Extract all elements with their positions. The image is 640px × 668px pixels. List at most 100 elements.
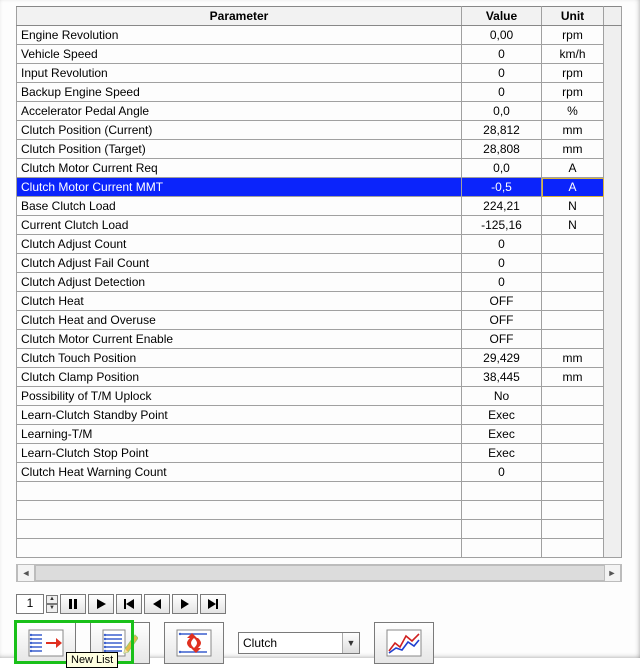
col-header-value[interactable]: Value	[462, 7, 542, 26]
table-row[interactable]: Learning-T/MExec	[17, 425, 622, 444]
play-button[interactable]	[88, 594, 114, 614]
cell-unit	[542, 273, 604, 292]
table-row[interactable]: Learn-Clutch Stop PointExec	[17, 444, 622, 463]
cell-parameter: Clutch Heat	[17, 292, 462, 311]
cell-parameter: Clutch Adjust Detection	[17, 273, 462, 292]
parameter-table-container: Parameter Value Unit Engine Revolution0,…	[16, 6, 622, 562]
cell-unit	[542, 254, 604, 273]
scroll-left-arrow-icon[interactable]: ◄	[17, 565, 35, 581]
last-button[interactable]	[200, 594, 226, 614]
cell-value: OFF	[462, 330, 542, 349]
next-button[interactable]	[172, 594, 198, 614]
cell-unit	[542, 406, 604, 425]
cell-value: -0,5	[462, 178, 542, 197]
horizontal-scrollbar[interactable]: ◄ ►	[16, 564, 622, 582]
cell-value: 224,21	[462, 197, 542, 216]
table-row-empty	[17, 501, 622, 520]
spinner-up-icon[interactable]: ▲	[46, 595, 58, 604]
table-row[interactable]: Clutch Position (Target)28,808mm	[17, 140, 622, 159]
spinner-down-icon[interactable]: ▼	[46, 604, 58, 613]
cell-parameter: Learn-Clutch Stop Point	[17, 444, 462, 463]
cell-value: -125,16	[462, 216, 542, 235]
cell-parameter: Clutch Touch Position	[17, 349, 462, 368]
cell-unit: mm	[542, 140, 604, 159]
parameter-table: Parameter Value Unit Engine Revolution0,…	[16, 6, 622, 558]
cell-parameter: Clutch Heat Warning Count	[17, 463, 462, 482]
table-row[interactable]: Clutch Heat Warning Count0	[17, 463, 622, 482]
cell-value: 0	[462, 45, 542, 64]
table-row[interactable]: Clutch Touch Position29,429mm	[17, 349, 622, 368]
prev-button[interactable]	[144, 594, 170, 614]
app-window: Parameter Value Unit Engine Revolution0,…	[0, 0, 640, 658]
cell-value: 38,445	[462, 368, 542, 387]
scroll-right-arrow-icon[interactable]: ►	[603, 565, 621, 581]
col-header-parameter[interactable]: Parameter	[17, 7, 462, 26]
table-row[interactable]: Current Clutch Load-125,16N	[17, 216, 622, 235]
scroll-track[interactable]	[35, 565, 603, 581]
cell-parameter: Clutch Adjust Fail Count	[17, 254, 462, 273]
cell-unit	[542, 292, 604, 311]
cell-value: 0	[462, 254, 542, 273]
cell-unit	[542, 235, 604, 254]
table-row[interactable]: Clutch Clamp Position38,445mm	[17, 368, 622, 387]
category-dropdown[interactable]: Clutch ▼	[238, 632, 360, 654]
table-row[interactable]: Clutch Adjust Fail Count0	[17, 254, 622, 273]
table-row[interactable]: Base Clutch Load224,21N	[17, 197, 622, 216]
cell-parameter: Current Clutch Load	[17, 216, 462, 235]
cell-unit: rpm	[542, 83, 604, 102]
cell-value: 0	[462, 83, 542, 102]
cell-parameter: Engine Revolution	[17, 26, 462, 45]
tooltip: New List	[66, 652, 118, 668]
cell-unit	[542, 444, 604, 463]
cell-value: 29,429	[462, 349, 542, 368]
table-row[interactable]: Clutch Adjust Count0	[17, 235, 622, 254]
cell-unit	[542, 387, 604, 406]
chevron-down-icon[interactable]: ▼	[342, 633, 359, 653]
cell-value: OFF	[462, 311, 542, 330]
list-arrow-icon	[28, 629, 64, 657]
cell-value: 0	[462, 64, 542, 83]
cell-unit	[542, 330, 604, 349]
table-row-empty	[17, 482, 622, 501]
cell-parameter: Clutch Motor Current MMT	[17, 178, 462, 197]
table-row[interactable]: Possibility of T/M UplockNo	[17, 387, 622, 406]
list-swap-icon	[176, 629, 212, 657]
cell-parameter: Clutch Clamp Position	[17, 368, 462, 387]
cell-unit: A	[542, 178, 604, 197]
table-row[interactable]: Vehicle Speed0km/h	[17, 45, 622, 64]
cell-unit	[542, 425, 604, 444]
pause-button[interactable]	[60, 594, 86, 614]
cell-value: Exec	[462, 425, 542, 444]
table-row[interactable]: Clutch HeatOFF	[17, 292, 622, 311]
cell-unit: mm	[542, 368, 604, 387]
table-row[interactable]: Accelerator Pedal Angle0,0%	[17, 102, 622, 121]
cell-value: No	[462, 387, 542, 406]
vertical-scroll-header	[604, 7, 622, 26]
cell-value: 0,0	[462, 159, 542, 178]
scroll-thumb[interactable]	[35, 565, 605, 581]
playback-controls: 1 ▲ ▼	[16, 594, 226, 614]
cell-parameter: Clutch Heat and Overuse	[17, 311, 462, 330]
first-button[interactable]	[116, 594, 142, 614]
table-row[interactable]: Clutch Position (Current)28,812mm	[17, 121, 622, 140]
table-row[interactable]: Input Revolution0rpm	[17, 64, 622, 83]
table-row[interactable]: Backup Engine Speed0rpm	[17, 83, 622, 102]
table-row[interactable]: Clutch Motor Current MMT-0,5A	[17, 178, 622, 197]
cell-parameter: Learning-T/M	[17, 425, 462, 444]
table-row[interactable]: Engine Revolution0,00rpm	[17, 26, 622, 45]
table-row-empty	[17, 539, 622, 558]
frame-spinner[interactable]: ▲ ▼	[46, 595, 58, 613]
table-row[interactable]: Clutch Motor Current EnableOFF	[17, 330, 622, 349]
cell-parameter: Base Clutch Load	[17, 197, 462, 216]
table-row[interactable]: Clutch Motor Current Req0,0A	[17, 159, 622, 178]
dropdown-selected-label: Clutch	[239, 636, 342, 650]
frame-number-input[interactable]: 1	[16, 594, 44, 614]
cell-parameter: Clutch Motor Current Enable	[17, 330, 462, 349]
table-row[interactable]: Clutch Adjust Detection0	[17, 273, 622, 292]
vertical-scrollbar[interactable]	[604, 26, 622, 558]
cell-value: 0,0	[462, 102, 542, 121]
table-row[interactable]: Learn-Clutch Standby PointExec	[17, 406, 622, 425]
col-header-unit[interactable]: Unit	[542, 7, 604, 26]
cell-parameter: Clutch Motor Current Req	[17, 159, 462, 178]
table-row[interactable]: Clutch Heat and OveruseOFF	[17, 311, 622, 330]
